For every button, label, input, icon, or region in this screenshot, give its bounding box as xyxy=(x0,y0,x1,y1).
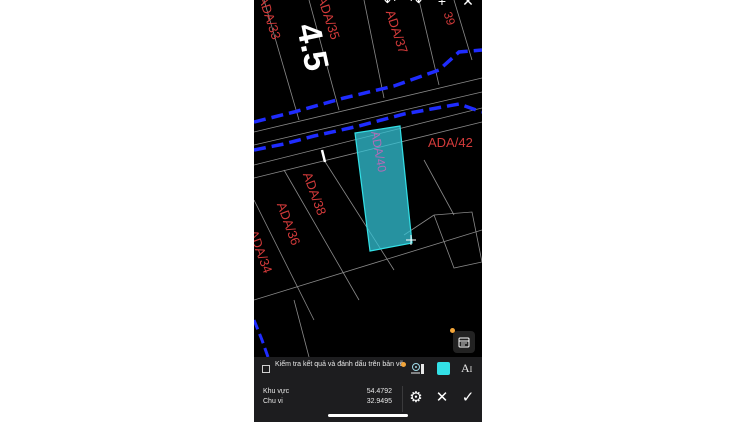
confirm-check-icon[interactable]: ✓ xyxy=(458,388,478,408)
layers-button[interactable] xyxy=(450,328,475,353)
verify-label: Kiểm tra kết quả và đánh dấu trên bản vẽ xyxy=(275,361,404,368)
text-tool-glyph: A xyxy=(461,361,470,375)
notification-dot xyxy=(401,362,406,367)
area-label: Khu vực xyxy=(263,388,290,395)
perimeter-value: 32.9495 xyxy=(366,398,392,405)
close-icon[interactable]: ✕ xyxy=(458,0,478,10)
home-indicator xyxy=(328,414,408,417)
area-value: 54.4792 xyxy=(366,388,392,395)
parcel-boundary xyxy=(433,211,482,269)
notification-dot xyxy=(450,328,455,333)
divider xyxy=(402,386,403,412)
dimension-tick xyxy=(320,149,327,163)
gear-icon[interactable]: ⚙ xyxy=(406,388,426,408)
parcel-boundary xyxy=(423,159,455,216)
plus-icon[interactable]: + xyxy=(432,0,452,10)
redo-icon[interactable]: ↷ xyxy=(406,0,426,10)
perimeter-label: Chu vi xyxy=(263,398,283,405)
snap-settings-icon[interactable] xyxy=(410,361,426,377)
text-tool-button[interactable]: AI xyxy=(461,361,472,376)
verify-checkbox[interactable] xyxy=(262,365,270,373)
top-toolbar: ↶ ↷ + ✕ xyxy=(380,0,478,10)
parcel-boundary xyxy=(293,299,310,357)
measurement-panel: Khu vực 54.4792 Chu vi 32.9495 ⚙ ✕ ✓ xyxy=(254,383,482,422)
undo-icon[interactable]: ↶ xyxy=(380,0,400,10)
road-boundary-left xyxy=(254,319,270,357)
cancel-icon[interactable]: ✕ xyxy=(432,388,452,408)
calendar-icon xyxy=(458,337,470,348)
parcel-boundary xyxy=(363,0,385,99)
parcel-label: ADA/42 xyxy=(428,135,473,150)
map-canvas[interactable] xyxy=(254,0,482,357)
fill-color-swatch[interactable] xyxy=(437,362,450,375)
phone-screen: ADA/33 ADA/35 ADA/37 39 4.5 ADA/42 ADA/4… xyxy=(254,0,482,422)
options-row: Kiểm tra kết quả và đánh dấu trên bản vẽ… xyxy=(254,357,482,384)
